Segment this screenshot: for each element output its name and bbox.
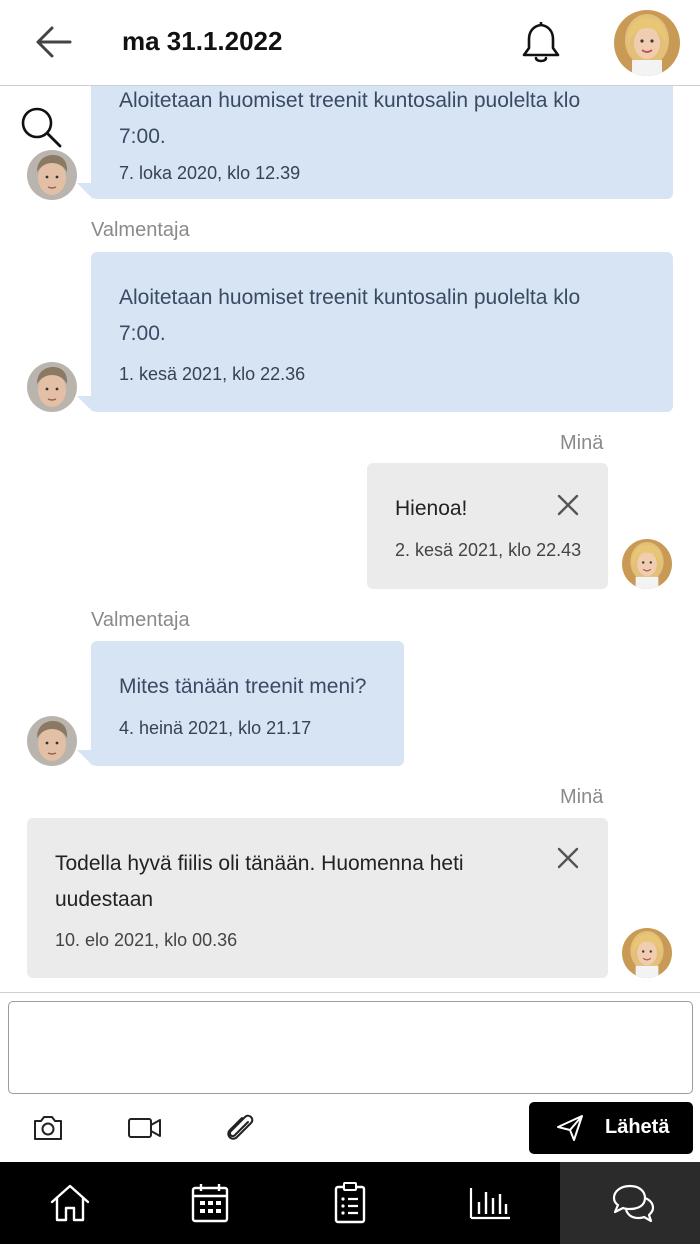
bubble-tail bbox=[608, 962, 624, 978]
close-icon bbox=[557, 494, 579, 516]
video-icon bbox=[128, 1118, 161, 1138]
paperclip-icon bbox=[227, 1114, 254, 1140]
search-button[interactable] bbox=[18, 104, 64, 150]
female-avatar-icon bbox=[622, 928, 672, 978]
bubble-tail bbox=[77, 750, 93, 766]
bubble-tail bbox=[77, 396, 93, 412]
notifications-button[interactable] bbox=[518, 18, 564, 66]
sender-name: Valmentaja bbox=[91, 219, 190, 241]
message-text: Aloitetaan huomiset treenit kuntosalin p… bbox=[119, 89, 581, 112]
female-avatar-icon bbox=[614, 10, 680, 76]
message-bubble-me: Todella hyvä fiilis oli tänään. Huomenna… bbox=[27, 818, 608, 978]
nav-item-tasks[interactable] bbox=[280, 1162, 420, 1244]
camera-button[interactable] bbox=[28, 1108, 68, 1148]
bell-icon bbox=[522, 22, 560, 63]
message-time: 4. heinä 2021, klo 21.17 bbox=[119, 718, 312, 738]
bottom-navigation bbox=[0, 1162, 700, 1244]
close-icon bbox=[557, 847, 579, 869]
chat-icon bbox=[612, 1184, 655, 1223]
my-avatar bbox=[622, 539, 672, 589]
page-title: ma 31.1.2022 bbox=[122, 26, 283, 56]
sender-name: Minä bbox=[560, 432, 604, 454]
message-bubble-coach: Aloitetaan huomiset treenit kuntosalin p… bbox=[91, 86, 673, 199]
message-bubble-coach: Mites tänään treenit meni? 4. heinä 2021… bbox=[91, 641, 404, 766]
nav-item-home[interactable] bbox=[0, 1162, 140, 1244]
home-icon bbox=[50, 1184, 90, 1222]
message-bubble-me: Hienoa! 2. kesä 2021, klo 22.43 bbox=[367, 463, 608, 589]
male-avatar-icon bbox=[27, 362, 77, 412]
coach-avatar bbox=[27, 150, 77, 200]
divider bbox=[0, 992, 700, 993]
attachment-button[interactable] bbox=[220, 1108, 260, 1148]
arrow-left-icon bbox=[36, 26, 72, 58]
header: ma 31.1.2022 bbox=[0, 0, 700, 86]
nav-item-statistics[interactable] bbox=[420, 1162, 560, 1244]
clipboard-list-icon bbox=[334, 1182, 366, 1224]
video-button[interactable] bbox=[124, 1108, 164, 1148]
message-bubble-coach: Aloitetaan huomiset treenit kuntosalin p… bbox=[91, 252, 673, 412]
message-text: uudestaan bbox=[55, 888, 154, 911]
message-text: Hienoa! bbox=[395, 497, 468, 520]
send-icon bbox=[557, 1115, 583, 1141]
message-text: Mites tänään treenit meni? bbox=[119, 675, 367, 698]
chat-thread[interactable]: Aloitetaan huomiset treenit kuntosalin p… bbox=[0, 86, 700, 992]
male-avatar-icon bbox=[27, 716, 77, 766]
nav-item-messages[interactable] bbox=[560, 1162, 700, 1244]
sender-name: Minä bbox=[560, 786, 604, 808]
my-avatar bbox=[622, 928, 672, 978]
nav-item-calendar[interactable] bbox=[140, 1162, 280, 1244]
message-time: 10. elo 2021, klo 00.36 bbox=[55, 930, 238, 950]
profile-avatar[interactable] bbox=[614, 10, 680, 76]
send-button-label: Lähetä bbox=[605, 1116, 670, 1138]
bubble-tail bbox=[608, 573, 624, 589]
coach-avatar bbox=[27, 362, 77, 412]
message-text: Todella hyvä fiilis oli tänään. Huomenna… bbox=[55, 852, 464, 875]
delete-message-button[interactable] bbox=[554, 844, 582, 872]
bubble-tail bbox=[77, 183, 93, 199]
sender-name: Valmentaja bbox=[91, 609, 190, 631]
bar-chart-icon bbox=[469, 1188, 510, 1220]
female-avatar-icon bbox=[622, 539, 672, 589]
camera-icon bbox=[34, 1116, 62, 1140]
male-avatar-icon bbox=[27, 150, 77, 200]
back-button[interactable] bbox=[30, 20, 78, 64]
calendar-icon bbox=[191, 1184, 229, 1223]
search-icon bbox=[21, 107, 62, 148]
delete-message-button[interactable] bbox=[554, 491, 582, 519]
message-text: 7:00. bbox=[119, 125, 166, 148]
message-time: 1. kesä 2021, klo 22.36 bbox=[119, 364, 306, 384]
send-button[interactable]: Lähetä bbox=[529, 1102, 693, 1154]
message-time: 7. loka 2020, klo 12.39 bbox=[119, 163, 301, 183]
message-text: 7:00. bbox=[119, 322, 166, 345]
message-time: 2. kesä 2021, klo 22.43 bbox=[395, 540, 582, 560]
coach-avatar bbox=[27, 716, 77, 766]
message-input[interactable] bbox=[8, 1001, 693, 1094]
message-text: Aloitetaan huomiset treenit kuntosalin p… bbox=[119, 286, 581, 309]
